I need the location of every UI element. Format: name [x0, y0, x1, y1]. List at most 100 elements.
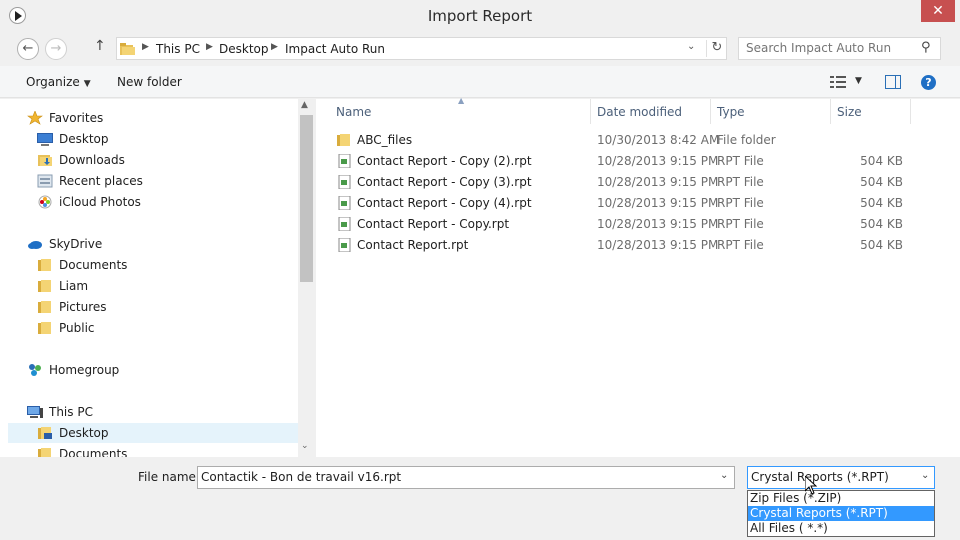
cloud-icon — [27, 237, 43, 251]
close-button[interactable]: ✕ — [921, 0, 955, 22]
caret-down-icon[interactable]: ▼ — [855, 76, 862, 86]
forward-button[interactable]: → — [45, 38, 67, 60]
tree-label: This PC — [49, 405, 93, 419]
tree-label: Pictures — [59, 300, 107, 314]
file-type: RPT File — [717, 217, 764, 231]
desktop-folder-icon — [37, 426, 53, 440]
folder-icon — [336, 133, 352, 150]
back-button[interactable]: ← — [17, 38, 39, 60]
file-row[interactable]: Contact Report.rpt 10/28/2013 9:15 PM RP… — [336, 235, 926, 256]
scroll-up-icon[interactable]: ▲ — [301, 100, 308, 110]
scroll-down-icon[interactable]: ⌄ — [301, 441, 309, 451]
file-row[interactable]: Contact Report - Copy (3).rpt 10/28/2013… — [336, 172, 926, 193]
file-type: RPT File — [717, 196, 764, 210]
window-title: Import Report — [427, 7, 533, 25]
column-divider[interactable] — [910, 99, 911, 124]
file-type: RPT File — [717, 175, 764, 189]
file-type-option-zip[interactable]: Zip Files (*.ZIP) — [748, 491, 934, 506]
tree-label: Desktop — [59, 132, 109, 146]
file-date: 10/30/2013 8:42 AM — [597, 133, 720, 147]
refresh-icon[interactable]: ↻ — [706, 40, 727, 57]
preview-pane-icon[interactable] — [885, 75, 901, 89]
downloads-folder-icon — [37, 153, 53, 167]
tree-label: Desktop — [59, 426, 109, 440]
breadcrumb-desktop[interactable]: Desktop — [219, 42, 269, 56]
file-type-value: Crystal Reports (*.RPT) — [751, 470, 889, 484]
file-type-dropdown: Zip Files (*.ZIP) Crystal Reports (*.RPT… — [747, 490, 935, 537]
file-row[interactable]: Contact Report - Copy (4).rpt 10/28/2013… — [336, 193, 926, 214]
chevron-down-icon[interactable]: ⌄ — [921, 470, 929, 481]
file-name: Contact Report - Copy (3).rpt — [357, 175, 532, 189]
breadcrumb-this-pc[interactable]: This PC — [156, 42, 200, 56]
file-type-option-all[interactable]: All Files ( *.*) — [748, 521, 934, 536]
file-name: Contact Report - Copy (4).rpt — [357, 196, 532, 210]
file-type: RPT File — [717, 154, 764, 168]
column-header-date[interactable]: Date modified — [597, 105, 682, 119]
command-toolbar: Organize ▼ New folder ▼ ? — [0, 66, 960, 98]
file-size: 504 KB — [860, 196, 903, 210]
navigation-scrollbar[interactable]: ▲ ⌄ — [298, 99, 315, 457]
help-icon[interactable]: ? — [921, 75, 936, 90]
rpt-file-icon — [336, 153, 352, 171]
folder-icon — [37, 279, 53, 293]
rpt-file-icon — [336, 237, 352, 255]
file-name-combobox[interactable]: ⌄ — [197, 466, 735, 489]
new-folder-button[interactable]: New folder — [117, 75, 182, 89]
scrollbar-thumb[interactable] — [300, 115, 313, 282]
rpt-file-icon — [336, 216, 352, 234]
search-input[interactable] — [746, 41, 916, 55]
file-name: ABC_files — [357, 133, 413, 147]
file-name-label: File name: — [138, 470, 200, 484]
up-button[interactable]: ↑ — [94, 38, 106, 54]
folder-icon — [37, 258, 53, 272]
file-type: File folder — [717, 133, 776, 147]
file-size: 504 KB — [860, 154, 903, 168]
organize-label: Organize — [26, 75, 80, 89]
view-options-icon[interactable] — [830, 76, 846, 88]
sort-ascending-icon: ▲ — [458, 96, 465, 105]
star-icon — [27, 110, 43, 125]
tree-label: Favorites — [49, 111, 104, 125]
column-header-name[interactable]: Name — [336, 105, 371, 119]
file-date: 10/28/2013 9:15 PM — [597, 217, 719, 231]
breadcrumb-current-folder[interactable]: Impact Auto Run — [285, 42, 385, 56]
tree-label: Documents — [59, 258, 128, 272]
caret-down-icon: ▼ — [83, 79, 91, 89]
folder-icon — [37, 321, 53, 335]
address-bar[interactable]: ▶ This PC ▶ Desktop ▶ Impact Auto Run ⌄ … — [116, 37, 727, 60]
column-header-type[interactable]: Type — [717, 105, 745, 119]
folder-icon — [37, 300, 53, 314]
column-divider[interactable] — [830, 99, 831, 124]
file-row[interactable]: Contact Report - Copy (2).rpt 10/28/2013… — [336, 151, 926, 172]
file-type-option-rpt[interactable]: Crystal Reports (*.RPT) — [748, 506, 934, 521]
file-name: Contact Report.rpt — [357, 238, 469, 252]
tree-label: iCloud Photos — [59, 195, 141, 209]
mouse-cursor-icon — [805, 476, 817, 495]
chevron-down-icon[interactable]: ⌄ — [720, 470, 728, 481]
desktop-icon — [37, 132, 53, 146]
recent-places-icon — [37, 174, 53, 188]
column-divider[interactable] — [590, 99, 591, 124]
file-type-select[interactable]: Crystal Reports (*.RPT) ⌄ — [747, 466, 935, 489]
search-icon[interactable]: ⚲ — [921, 40, 931, 55]
tree-label: Recent places — [59, 174, 143, 188]
computer-icon — [27, 405, 43, 419]
file-type: RPT File — [717, 238, 764, 252]
file-date: 10/28/2013 9:15 PM — [597, 175, 719, 189]
folder-icon — [37, 447, 53, 457]
tree-label: Homegroup — [49, 363, 120, 377]
tree-label: Documents — [59, 447, 128, 457]
chevron-down-icon[interactable]: ⌄ — [687, 41, 695, 52]
file-name-input[interactable] — [201, 470, 711, 484]
folder-icon — [120, 43, 135, 55]
column-divider[interactable] — [710, 99, 711, 124]
search-box[interactable]: ⚲ — [738, 37, 941, 60]
file-size: 504 KB — [860, 217, 903, 231]
column-header-size[interactable]: Size — [837, 105, 862, 119]
tree-label: SkyDrive — [49, 237, 103, 251]
organize-button[interactable]: Organize ▼ — [26, 75, 91, 89]
file-row[interactable]: ABC_files 10/30/2013 8:42 AM File folder — [336, 130, 926, 151]
rpt-file-icon — [336, 195, 352, 213]
tree-label: Downloads — [59, 153, 125, 167]
file-row[interactable]: Contact Report - Copy.rpt 10/28/2013 9:1… — [336, 214, 926, 235]
